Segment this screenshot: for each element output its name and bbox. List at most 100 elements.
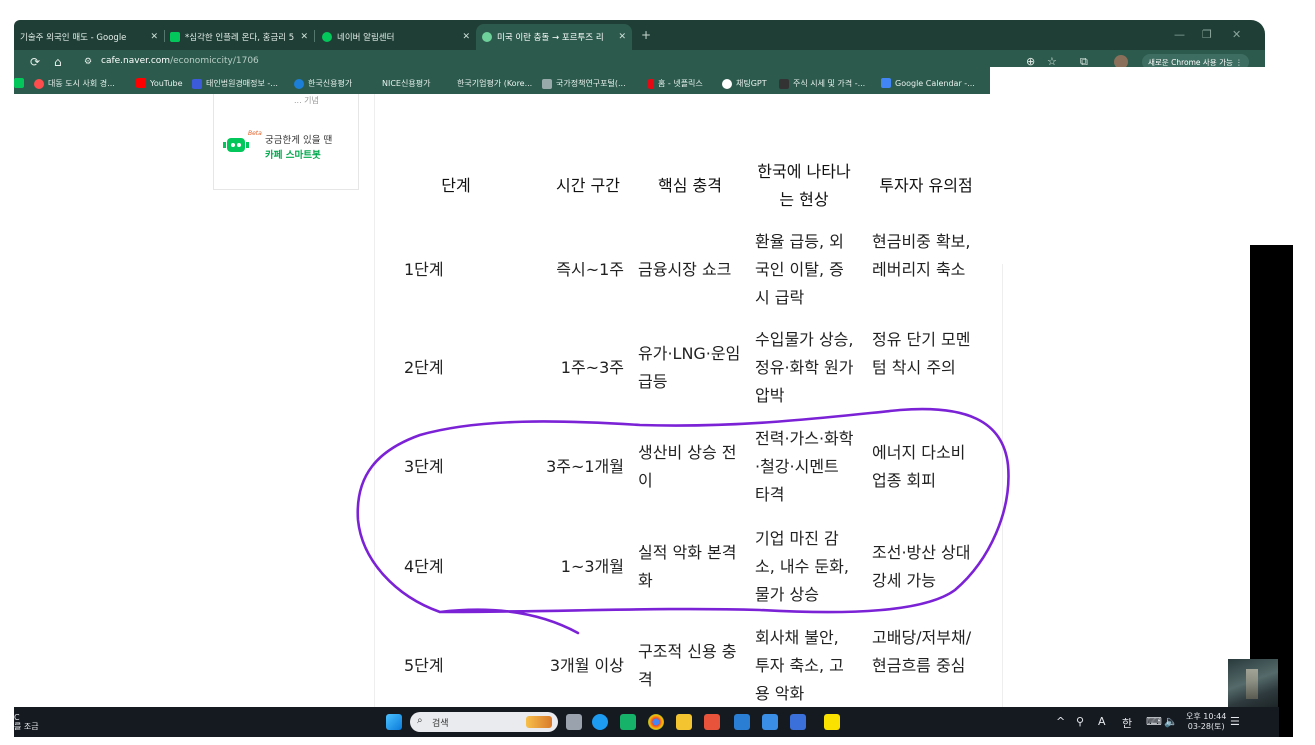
bookmark-naver[interactable]	[14, 78, 28, 88]
bookmark-9[interactable]: 채팅GPT	[722, 78, 767, 89]
screenshot: 기술주 외국인 매도 - Google ✕ *심각한 인플레 온다, 홍금리 5…	[0, 0, 1315, 745]
windows-start-icon[interactable]	[386, 714, 402, 730]
clock[interactable]: 오후 10:44 03-28(토)	[1186, 712, 1226, 732]
row3-period: 3주~1개월	[546, 457, 624, 476]
app-icon[interactable]	[704, 714, 720, 730]
app-icon[interactable]	[762, 714, 778, 730]
file-explorer-icon[interactable]	[676, 714, 692, 730]
restore-icon[interactable]: ❐	[1202, 28, 1212, 41]
bookmark-3[interactable]: 태인법원경매정보 -...	[192, 78, 278, 89]
reload-icon[interactable]: ⟳	[30, 55, 40, 69]
app-icon[interactable]	[734, 714, 750, 730]
bookmark-4[interactable]: 한국신용평가	[294, 78, 352, 89]
chrome-icon[interactable]	[648, 714, 664, 730]
bookmark-11[interactable]: Google Calendar -...	[881, 78, 975, 88]
tab-4-label: 미국 이란 충돌 → 포르투즈 리	[497, 33, 604, 43]
row1-stage: 1단계	[404, 260, 444, 279]
bookmark-1[interactable]: 대동 도시 사회 경...	[34, 78, 115, 89]
naver-icon	[14, 78, 24, 88]
network-icon[interactable]: ⌨	[1146, 715, 1162, 728]
bookmark-6-label: 한국기업평가 (Kore...	[457, 79, 533, 88]
bookmark-7-label: 국가정책연구포털(...	[556, 79, 626, 88]
new-tab-button[interactable]: +	[641, 28, 651, 42]
netflix-icon	[648, 78, 654, 89]
ime-a[interactable]: A	[1098, 715, 1106, 728]
bookmark-10-label: 주식 시세 및 가격 -...	[793, 79, 866, 88]
row1-period: 즉시~1주	[556, 260, 624, 279]
cafe-icon	[482, 32, 492, 42]
row5-note: 고배당/저부채/현금흐름 중심	[872, 628, 972, 675]
bell-icon	[322, 32, 332, 42]
row2-korea: 수입물가 상승, 정유·화학 원가 압박	[755, 330, 854, 405]
row1-shock: 금융시장 쇼크	[638, 260, 732, 279]
header-korea: 한국에 나타나는 현상	[757, 162, 851, 209]
notification-icon[interactable]: ☰	[1230, 715, 1240, 728]
kakaotalk-icon[interactable]	[824, 714, 840, 730]
close-icon[interactable]: ✕	[618, 32, 626, 42]
video-thumbnail[interactable]	[1228, 659, 1278, 709]
calendar-icon	[881, 78, 891, 88]
row4-shock: 실적 악화 본격화	[638, 543, 737, 590]
bookmark-7[interactable]: 국가정책연구포털(...	[542, 78, 626, 89]
app-icon[interactable]	[790, 714, 806, 730]
bookmark-youtube[interactable]: YouTube	[136, 78, 183, 88]
close-window-icon[interactable]: ✕	[1232, 28, 1241, 41]
row4-korea: 기업 마진 감소, 내수 둔화, 물가 상승	[755, 529, 849, 604]
widget-icon[interactable]	[526, 716, 552, 728]
ime-han[interactable]: 한	[1122, 715, 1132, 731]
row2-period: 1주~3주	[560, 358, 624, 377]
tab-1[interactable]: 기술주 외국인 매도 - Google ✕	[14, 24, 164, 50]
tab-4-active[interactable]: 미국 이란 충돌 → 포르투즈 리 ✕	[476, 24, 632, 50]
bookmark-2-label: YouTube	[150, 78, 183, 88]
row1-korea: 환율 급등, 외국인 이탈, 증시 급락	[755, 232, 844, 307]
row2-stage: 2단계	[404, 358, 444, 377]
url-host: cafe.naver.com	[101, 56, 171, 66]
close-icon[interactable]: ✕	[150, 32, 158, 42]
search-placeholder: 검색	[432, 718, 449, 729]
row3-korea: 전력·가스·화학·철강·시멘트 타격	[755, 429, 854, 504]
address-bar[interactable]: cafe.naver.com/economiccity/1706	[101, 56, 259, 66]
tab-3[interactable]: 네이버 알림센터 ✕	[316, 24, 476, 50]
bookmark-8[interactable]: 홈 - 넷플릭스	[648, 78, 703, 89]
edge-icon[interactable]	[592, 714, 608, 730]
site-icon	[34, 78, 44, 89]
volume-icon[interactable]: 🔈	[1164, 715, 1178, 728]
row4-note: 조선·방산 상대강세 가능	[872, 543, 971, 590]
bookmark-10[interactable]: 주식 시세 및 가격 -...	[779, 78, 865, 89]
task-view-icon[interactable]	[566, 714, 582, 730]
tab-1-label: 기술주 외국인 매도 - Google	[20, 33, 127, 43]
row2-shock: 유가·LNG·운임 급등	[638, 344, 741, 391]
tab-3-label: 네이버 알림센터	[337, 33, 395, 43]
row5-stage: 5단계	[404, 656, 444, 675]
site-info-icon[interactable]: ⚙	[84, 57, 92, 67]
close-icon[interactable]: ✕	[300, 32, 308, 42]
overlay-panel	[990, 67, 1315, 245]
naver-app-icon[interactable]	[620, 714, 636, 730]
beta-badge: Beta	[248, 130, 262, 137]
site-icon	[542, 78, 552, 89]
row3-shock: 생산비 상승 전이	[638, 443, 737, 490]
minimize-icon[interactable]: —	[1174, 28, 1185, 41]
tab-separator	[314, 30, 315, 42]
location-icon[interactable]: ⚲	[1076, 715, 1084, 728]
promo-label: 새로운 Chrome 사용 가능	[1148, 57, 1233, 67]
chevron-up-icon[interactable]: ^	[1056, 715, 1065, 728]
tab-2[interactable]: *심각한 인플레 온다, 홍금리 5 ✕	[164, 24, 314, 50]
robot-icon	[223, 134, 249, 156]
bookmark-11-label: Google Calendar -...	[895, 78, 975, 88]
row3-note: 에너지 다소비 업종 회피	[872, 443, 966, 490]
home-icon[interactable]: ⌂	[54, 55, 62, 69]
clock-time: 오후 10:44	[1186, 712, 1227, 721]
investing-icon	[779, 78, 789, 89]
bookmark-5[interactable]: NICE신용평가	[368, 78, 430, 89]
close-icon[interactable]: ✕	[462, 32, 470, 42]
bookmark-4-label: 한국신용평가	[308, 79, 353, 88]
bookmark-6[interactable]: 한국기업평가 (Kore...	[457, 78, 532, 89]
taskbar-left-text: C를 조금	[14, 713, 39, 731]
smartbot-box[interactable]: ... 기념 Beta 궁금한게 있을 땐 카페 스마트봇	[213, 94, 359, 190]
smartbot-text: 궁금한게 있을 땐	[265, 135, 333, 146]
header-stage: 단계	[441, 176, 471, 195]
site-icon	[368, 78, 378, 89]
smartbot-link[interactable]: 카페 스마트봇	[265, 147, 321, 161]
row3-stage: 3단계	[404, 457, 444, 476]
